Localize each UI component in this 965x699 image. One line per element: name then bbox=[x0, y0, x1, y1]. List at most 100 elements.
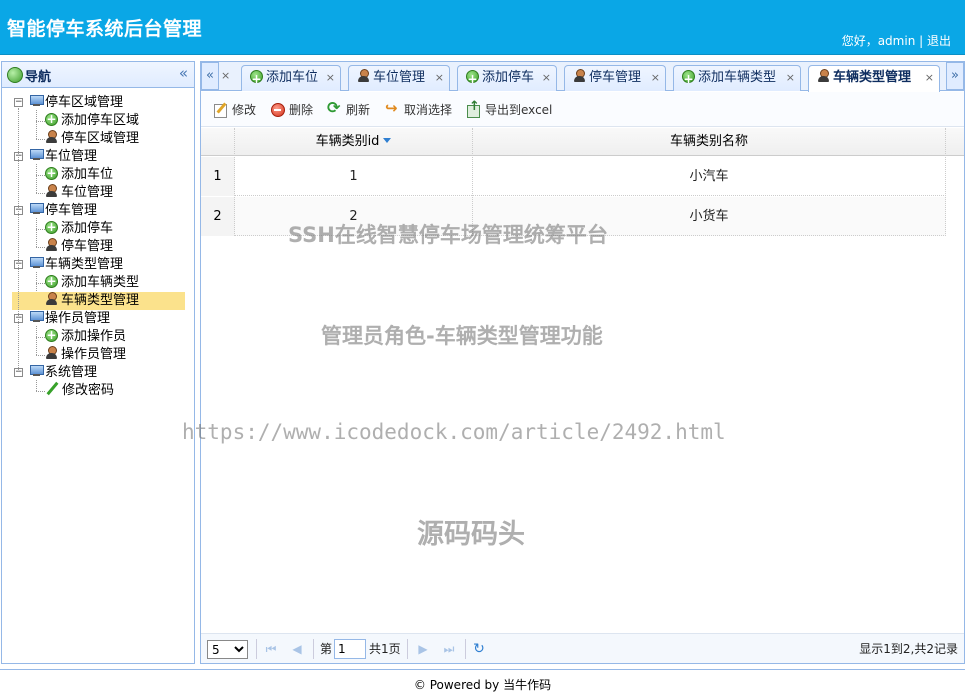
pager-divider bbox=[465, 639, 466, 659]
export-excel-button[interactable]: 导出到excel bbox=[466, 98, 553, 119]
delete-icon bbox=[270, 102, 285, 117]
tree-group[interactable]: 车辆类型管理 bbox=[29, 256, 123, 274]
greeting-text: 您好，admin bbox=[841, 34, 916, 48]
refresh-button[interactable]: 刷新 bbox=[327, 99, 370, 119]
tree-group[interactable]: 车位管理 bbox=[29, 148, 97, 166]
footer-text: © Powered by 当牛作码 bbox=[413, 678, 552, 692]
tab-item[interactable]: 车位管理 × bbox=[348, 65, 450, 91]
tree-item-label: 修改密码 bbox=[62, 383, 115, 398]
column-header-name[interactable]: 车辆类别名称 bbox=[473, 128, 946, 156]
tab-close-icon[interactable]: × bbox=[786, 66, 795, 90]
collapse-sidebar-icon[interactable]: « bbox=[179, 64, 188, 82]
tab-close-icon[interactable]: × bbox=[326, 66, 335, 90]
user-icon bbox=[45, 184, 58, 198]
row-number: 1 bbox=[201, 157, 235, 196]
tabs-scroll-right-button[interactable]: » bbox=[946, 62, 964, 90]
tree-item[interactable]: 车辆类型管理 bbox=[12, 292, 185, 310]
page-prefix: 第 bbox=[320, 642, 333, 656]
page-number-input[interactable] bbox=[334, 639, 366, 659]
undo-icon bbox=[385, 99, 400, 117]
app-header: 智能停车系统后台管理 您好，admin | 退出 bbox=[0, 0, 965, 55]
tab-item[interactable]: 添加车位 × bbox=[241, 65, 341, 91]
tab-label: 添加车辆类型 bbox=[698, 70, 777, 85]
delete-button[interactable]: 删除 bbox=[270, 101, 313, 119]
add-icon bbox=[45, 110, 58, 128]
tree-item[interactable]: 添加车辆类型 bbox=[45, 272, 139, 292]
tab-item[interactable]: 停车管理 × bbox=[564, 65, 666, 91]
table-row[interactable]: 1 1 小汽车 bbox=[201, 157, 946, 196]
prev-page-icon[interactable]: ◀ bbox=[290, 641, 304, 657]
edit-icon bbox=[213, 102, 228, 118]
tabs-scroll-left-button[interactable]: « bbox=[201, 62, 219, 90]
column-header-id-label: 车辆类别id bbox=[315, 134, 380, 149]
folder-icon bbox=[29, 203, 44, 215]
tree-connector bbox=[36, 391, 45, 392]
tree-item[interactable]: 添加停车区域 bbox=[45, 110, 139, 130]
tree-item[interactable]: 添加操作员 bbox=[45, 326, 126, 346]
rownum-header bbox=[201, 128, 235, 156]
tree-item[interactable]: 添加车位 bbox=[45, 164, 114, 184]
last-page-icon[interactable]: ⏭ bbox=[442, 641, 456, 657]
tree-connector bbox=[36, 164, 37, 193]
tab-close-icon[interactable]: × bbox=[651, 66, 660, 90]
tree-collapse-toggle[interactable]: − bbox=[14, 98, 23, 107]
tree-group[interactable]: 系统管理 bbox=[29, 364, 97, 382]
tree-connector bbox=[36, 283, 45, 284]
first-page-icon[interactable]: ⏮ bbox=[264, 641, 278, 657]
tree-group-label: 操作员管理 bbox=[45, 311, 111, 326]
reload-icon[interactable]: ↻ bbox=[472, 641, 486, 657]
tree-group[interactable]: 操作员管理 bbox=[29, 310, 110, 328]
add-icon bbox=[466, 67, 479, 91]
tab-label: 停车管理 bbox=[589, 70, 642, 85]
tab-close-icon[interactable]: × bbox=[925, 66, 934, 90]
tree-item[interactable]: 停车区域管理 bbox=[45, 130, 139, 148]
user-icon bbox=[45, 292, 58, 306]
tree-item[interactable]: 停车管理 bbox=[45, 238, 113, 256]
tab-item[interactable]: 车辆类型管理 × bbox=[808, 65, 940, 92]
user-icon bbox=[45, 346, 58, 360]
column-header-name-label: 车辆类别名称 bbox=[669, 134, 748, 149]
folder-icon bbox=[29, 149, 44, 161]
table-row[interactable]: 2 2 小货车 bbox=[201, 197, 946, 236]
tree-connector bbox=[18, 108, 19, 372]
tree-group-label: 车位管理 bbox=[45, 149, 98, 164]
folder-icon bbox=[29, 311, 44, 323]
pencil-icon bbox=[45, 382, 59, 396]
page-size-select[interactable]: 51020 bbox=[207, 640, 248, 659]
tree-connector bbox=[36, 121, 45, 122]
tab-item[interactable]: 添加车辆类型 × bbox=[673, 65, 801, 91]
tree-group-label: 车辆类型管理 bbox=[45, 257, 124, 272]
tree-item[interactable]: 修改密码 bbox=[45, 382, 114, 400]
tree-group[interactable]: 停车管理 bbox=[29, 202, 97, 220]
cancel-selection-button[interactable]: 取消选择 bbox=[385, 99, 452, 119]
user-icon bbox=[817, 69, 830, 83]
app-title: 智能停车系统后台管理 bbox=[7, 18, 203, 40]
folder-icon bbox=[29, 365, 44, 377]
tree-connector bbox=[36, 229, 45, 230]
tree-item-label: 车位管理 bbox=[61, 185, 114, 200]
tree-item[interactable]: 车位管理 bbox=[45, 184, 113, 202]
sidebar-panel: 导航 « −停车区域管理添加停车区域停车区域管理−车位管理添加车位车位管理−停车… bbox=[1, 61, 195, 664]
tree-item[interactable]: 操作员管理 bbox=[45, 346, 126, 364]
tab-close-icon[interactable]: × bbox=[221, 69, 230, 82]
export-label: 导出到excel bbox=[485, 103, 553, 117]
add-icon bbox=[45, 326, 58, 344]
edit-button[interactable]: 修改 bbox=[213, 101, 256, 119]
tree-connector bbox=[36, 193, 45, 194]
tree-item-label: 停车区域管理 bbox=[61, 131, 140, 146]
tree-item-label: 添加车位 bbox=[61, 167, 114, 182]
tab-close-icon[interactable]: × bbox=[542, 66, 551, 90]
delete-label: 删除 bbox=[289, 103, 314, 117]
navigation-icon bbox=[7, 67, 23, 83]
column-header-id[interactable]: 车辆类别id bbox=[235, 128, 473, 156]
tree-item[interactable]: 添加停车 bbox=[45, 218, 113, 238]
tree-group[interactable]: 停车区域管理 bbox=[29, 94, 123, 112]
tab-item[interactable]: 添加停车 × bbox=[457, 65, 557, 91]
pager-divider bbox=[256, 639, 257, 659]
user-icon bbox=[45, 130, 58, 144]
logout-link[interactable]: 退出 bbox=[927, 34, 951, 48]
tab-close-icon[interactable]: × bbox=[435, 66, 444, 90]
tree-connector bbox=[36, 355, 45, 356]
tree-item-label: 操作员管理 bbox=[61, 347, 127, 362]
next-page-icon[interactable]: ▶ bbox=[416, 641, 430, 657]
